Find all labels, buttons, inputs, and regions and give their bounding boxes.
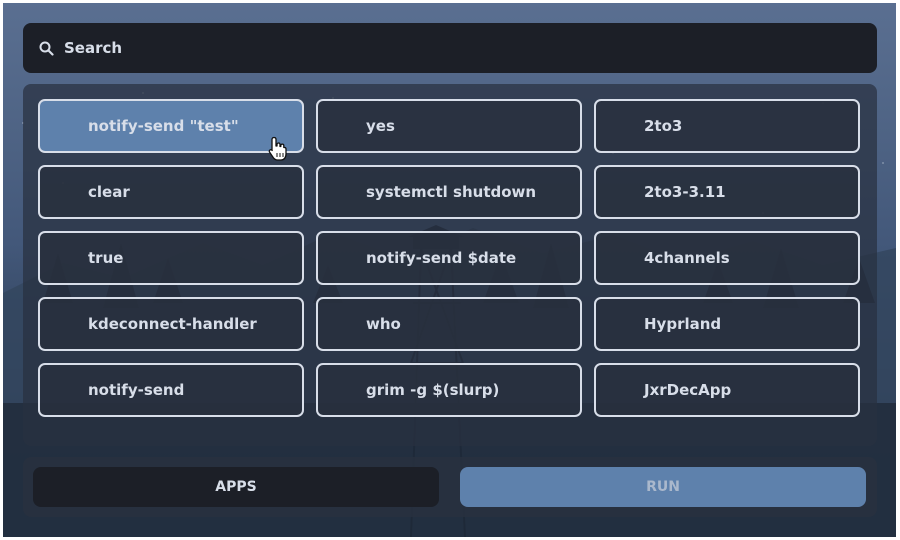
- launcher-window: Search notify-send "test" clear true kde…: [3, 3, 896, 537]
- result-item-label: who: [366, 315, 401, 333]
- search-bar[interactable]: Search: [23, 23, 877, 73]
- hand-cursor-icon: [268, 136, 287, 161]
- run-button-label: RUN: [646, 479, 680, 495]
- result-item-label: notify-send: [88, 381, 185, 399]
- apps-button-label: APPS: [215, 479, 257, 495]
- result-item-label: grim -g $(slurp): [366, 381, 500, 399]
- result-item-label: systemctl shutdown: [366, 183, 537, 201]
- result-item-label: JxrDecApp: [644, 381, 732, 399]
- result-item-label: clear: [88, 183, 130, 201]
- mode-bar: APPS RUN: [23, 457, 877, 517]
- result-item[interactable]: 4channels: [594, 231, 860, 285]
- result-item-label: notify-send "test": [88, 117, 239, 135]
- results-grid: notify-send "test" clear true kdeconnect…: [23, 84, 877, 446]
- result-item[interactable]: true: [38, 231, 304, 285]
- result-item[interactable]: Hyprland: [594, 297, 860, 351]
- result-item-label: true: [88, 249, 124, 267]
- result-item[interactable]: clear: [38, 165, 304, 219]
- result-item-label: 2to3: [644, 117, 683, 135]
- result-item-label: kdeconnect-handler: [88, 315, 257, 333]
- result-item[interactable]: notify-send: [38, 363, 304, 417]
- result-item-label: 4channels: [644, 249, 730, 267]
- result-item[interactable]: JxrDecApp: [594, 363, 860, 417]
- result-item[interactable]: notify-send $date: [316, 231, 582, 285]
- apps-button[interactable]: APPS: [33, 467, 439, 507]
- result-item-label: yes: [366, 117, 395, 135]
- search-icon: [39, 41, 54, 56]
- result-item[interactable]: notify-send "test": [38, 99, 304, 153]
- search-placeholder: Search: [64, 39, 123, 57]
- run-button[interactable]: RUN: [460, 467, 866, 507]
- result-item[interactable]: 2to3-3.11: [594, 165, 860, 219]
- result-item[interactable]: systemctl shutdown: [316, 165, 582, 219]
- result-item[interactable]: 2to3: [594, 99, 860, 153]
- result-item[interactable]: yes: [316, 99, 582, 153]
- result-item[interactable]: who: [316, 297, 582, 351]
- result-item[interactable]: kdeconnect-handler: [38, 297, 304, 351]
- result-item-label: Hyprland: [644, 315, 722, 333]
- result-item-label: 2to3-3.11: [644, 183, 726, 201]
- result-item[interactable]: grim -g $(slurp): [316, 363, 582, 417]
- result-item-label: notify-send $date: [366, 249, 517, 267]
